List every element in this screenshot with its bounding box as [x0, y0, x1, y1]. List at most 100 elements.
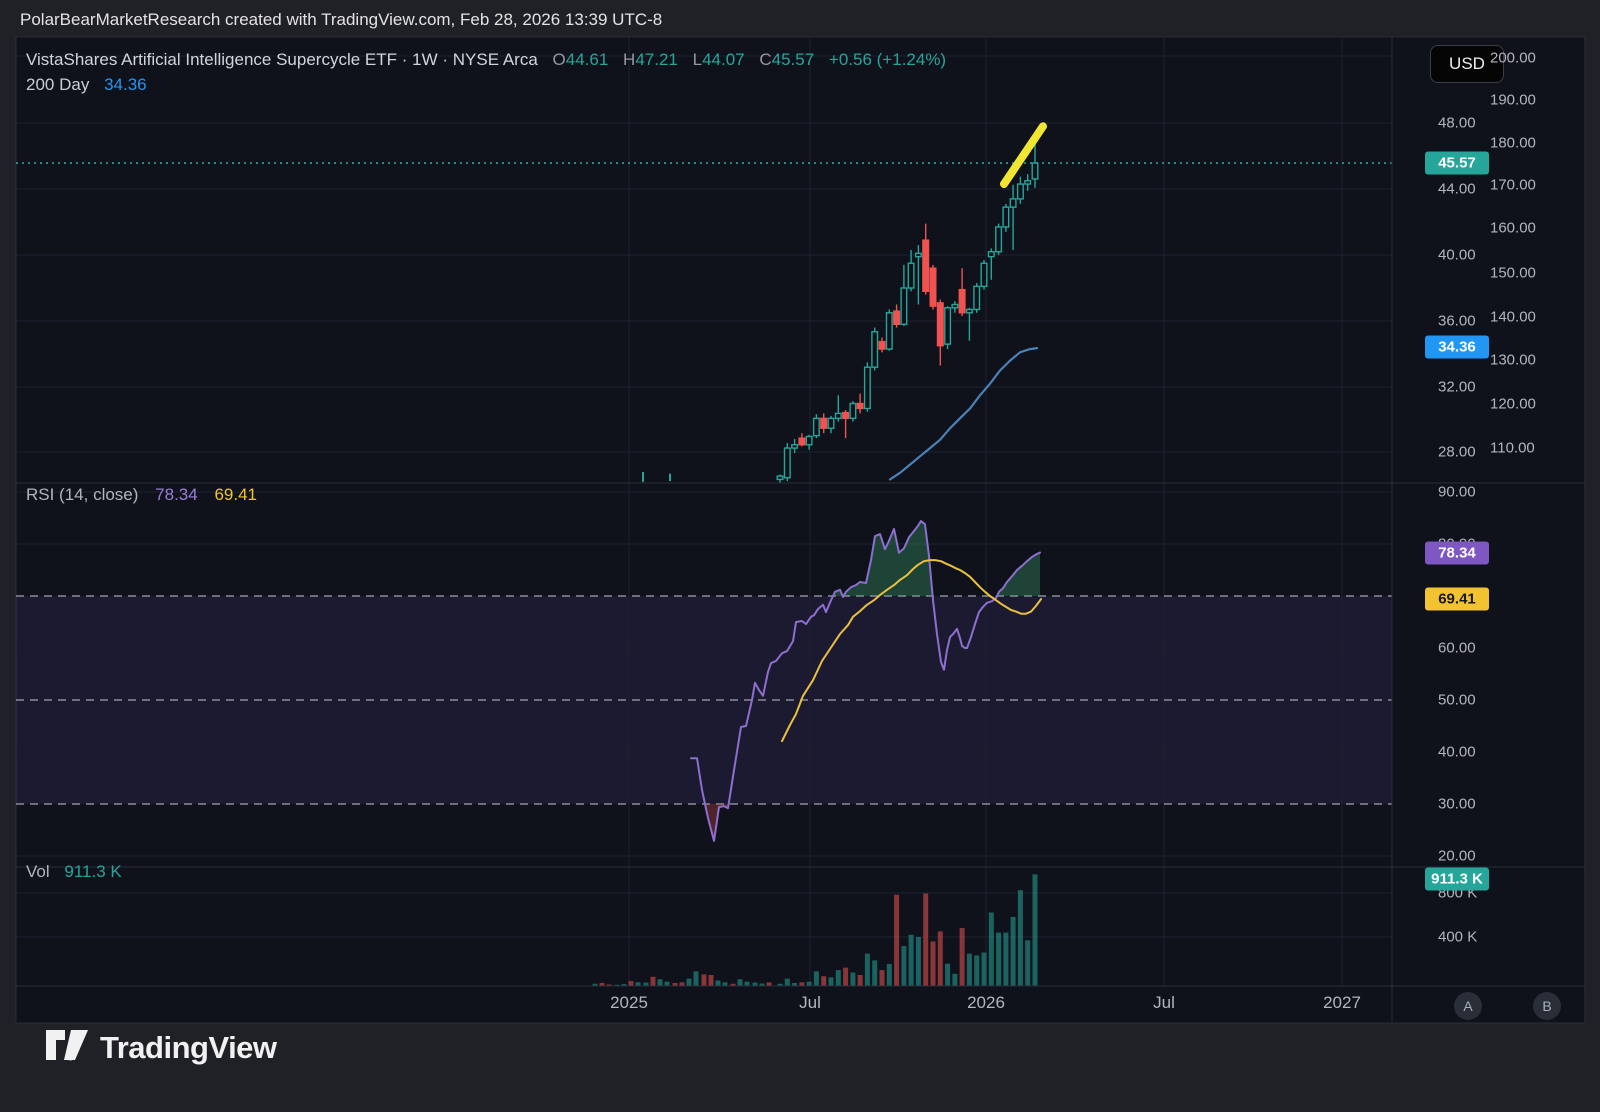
candle-body: [827, 417, 835, 429]
rsi-axis-label: 40.00: [1438, 743, 1476, 761]
volume-bar: [915, 937, 921, 986]
price-axis-outer-label: 110.00: [1490, 439, 1535, 457]
candle-body: [1016, 183, 1024, 200]
volume-bar: [959, 928, 965, 986]
volume-bar: [650, 976, 656, 986]
corner-button-a[interactable]: A: [1454, 992, 1482, 1020]
volume-bar: [879, 970, 885, 986]
candle-body: [900, 287, 908, 325]
tradingview-logo-text: TradingView: [100, 1030, 277, 1065]
close-value: 45.57: [771, 50, 815, 69]
volume-bar: [952, 973, 958, 986]
volume-bar: [908, 934, 914, 986]
price-axis-outer-label: 120.00: [1490, 395, 1536, 413]
ma200-legend[interactable]: 200 Day 34.36: [26, 75, 147, 95]
corner-button-b[interactable]: B: [1533, 992, 1561, 1020]
volume-bar: [643, 982, 649, 986]
price-axis-label: 36.00: [1438, 312, 1476, 330]
low-label: L: [692, 50, 703, 69]
candle-body: [958, 288, 966, 314]
volume-bar: [996, 932, 1002, 986]
time-axis-label: Jul: [799, 993, 821, 1012]
price-axis-outer-label: 160.00: [1490, 219, 1536, 237]
candle-body: [980, 262, 988, 288]
volume-bar: [686, 978, 692, 986]
axis-price-badge: 69.41: [1425, 587, 1489, 611]
change-value: +0.56 (+1.24%): [828, 50, 947, 69]
volume-bar: [635, 982, 641, 986]
rsi-axis-label: 60.00: [1438, 639, 1476, 657]
price-axis-outer-label: 130.00: [1490, 351, 1536, 369]
candle-body: [1002, 206, 1010, 228]
candle-body: [885, 312, 893, 350]
volume-bar: [664, 981, 670, 986]
volume-bar: [737, 979, 743, 986]
symbol-title: VistaShares Artificial Intelligence Supe…: [26, 50, 538, 69]
price-axis-outer-label: 190.00: [1490, 91, 1536, 109]
price-axis-label: 28.00: [1438, 443, 1476, 461]
volume-bar: [966, 953, 972, 986]
volume-bar: [806, 981, 812, 986]
rsi-axis-label: 20.00: [1438, 847, 1476, 865]
tradingview-logo[interactable]: TradingView: [46, 1030, 277, 1066]
axis-price-badge: 78.34: [1425, 541, 1489, 565]
price-axis-outer-label: 180.00: [1490, 134, 1536, 152]
volume-bar: [708, 974, 714, 986]
candle-body: [871, 331, 879, 368]
price-axis-label: 48.00: [1438, 114, 1476, 132]
rsi-axis-label: 30.00: [1438, 795, 1476, 813]
candle-body: [987, 250, 995, 258]
candle-body: [878, 340, 886, 350]
volume-bar: [988, 912, 994, 986]
candle-body: [922, 239, 930, 292]
volume-bar: [981, 952, 987, 986]
low-value: 44.07: [702, 50, 745, 69]
volume-bar: [1003, 932, 1009, 986]
volume-bar: [886, 963, 892, 986]
volume-bar: [864, 953, 870, 986]
volume-bar: [813, 971, 819, 986]
volume-bar: [744, 981, 750, 986]
candle-body: [834, 412, 842, 420]
tradingview-logo-icon: [46, 1030, 88, 1061]
candle-body: [929, 267, 937, 307]
volume-bar: [1032, 874, 1038, 986]
candle-body: [893, 310, 901, 326]
candle-body: [951, 303, 959, 309]
volume-bar: [766, 982, 772, 986]
price-axis-label: 40.00: [1438, 246, 1476, 264]
volume-legend[interactable]: Vol 911.3 K: [26, 862, 122, 882]
volume-bar: [835, 970, 841, 986]
candle-body: [863, 366, 871, 410]
rsi-value: 78.34: [155, 485, 198, 504]
price-axis-outer-label: 200.00: [1490, 49, 1536, 67]
volume-bar: [722, 982, 728, 986]
volume-bar: [828, 977, 834, 986]
candle-body: [783, 447, 791, 479]
chart-canvas[interactable]: [0, 0, 1600, 1112]
candle-body: [820, 417, 828, 429]
volume-bar: [945, 963, 951, 986]
rsi-axis-label: 50.00: [1438, 691, 1476, 709]
rsi-legend[interactable]: RSI (14, close) 78.34 69.41: [26, 485, 257, 505]
volume-bar: [857, 974, 863, 986]
volume-value: 911.3 K: [64, 862, 122, 881]
axis-price-badge: 45.57: [1425, 151, 1489, 175]
volume-bar: [701, 974, 707, 986]
candle-body: [805, 435, 813, 446]
volume-bar: [843, 967, 849, 986]
candle-body: [1024, 180, 1032, 185]
close-label: C: [759, 50, 772, 69]
candle-body: [776, 475, 784, 481]
attribution-text: PolarBearMarketResearch created with Tra…: [20, 10, 663, 29]
high-value: 47.21: [635, 50, 678, 69]
symbol-legend[interactable]: VistaShares Artificial Intelligence Supe…: [26, 50, 946, 70]
time-axis-label: 2027: [1323, 993, 1361, 1012]
price-axis-outer-label: 170.00: [1490, 176, 1536, 194]
volume-bar: [657, 979, 663, 986]
candle-body: [856, 402, 864, 410]
volume-bar: [1010, 916, 1016, 986]
chart-background: [15, 36, 1586, 1024]
time-axis-label: 2026: [967, 993, 1005, 1012]
ma200-label: 200 Day: [26, 75, 90, 94]
